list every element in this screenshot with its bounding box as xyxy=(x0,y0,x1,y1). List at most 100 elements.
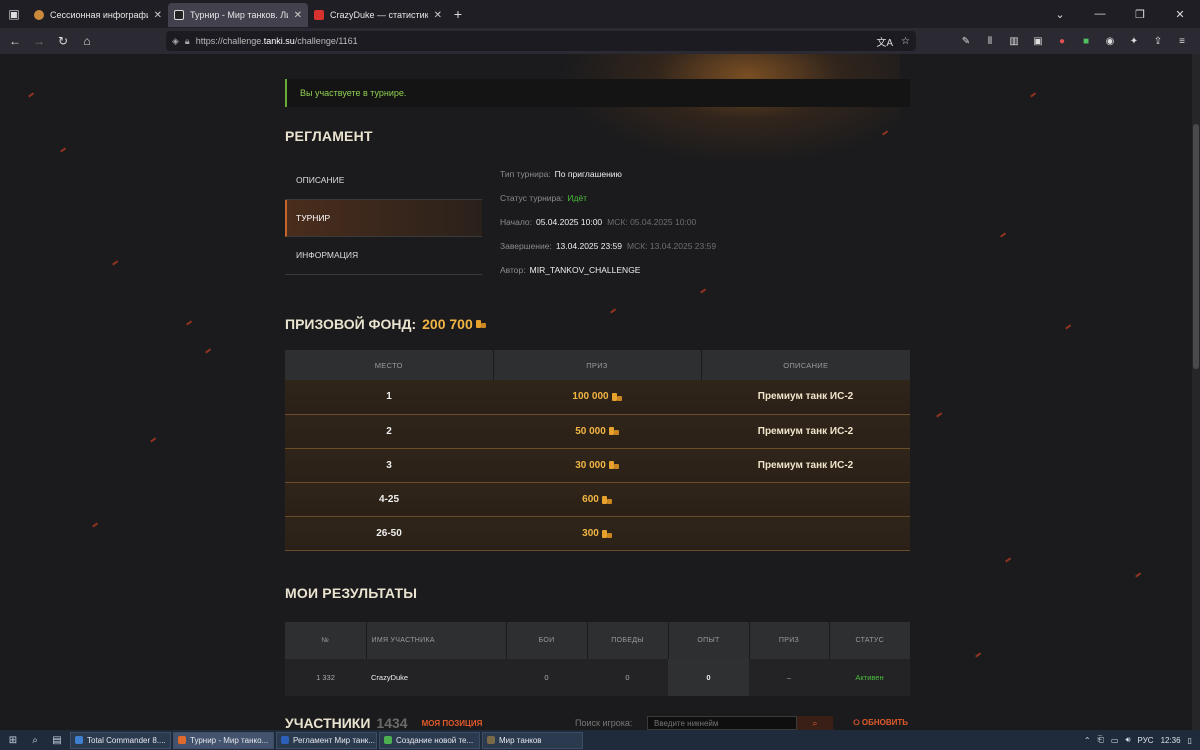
extensions-puzzle-icon[interactable]: ✦ xyxy=(1122,36,1146,47)
column-header-battles: БОИ xyxy=(506,622,588,659)
save-icon[interactable]: ▣ xyxy=(1026,36,1050,47)
tab-overflow-chevron-icon[interactable]: ⌄ xyxy=(1040,8,1080,21)
bookmark-star-icon[interactable]: ☆ xyxy=(901,36,910,47)
tab-close-icon[interactable]: ✕ xyxy=(294,10,302,21)
tab-infographic[interactable]: Сессионная инфографика ✕ xyxy=(28,3,168,27)
tray-chevron-icon[interactable]: ⌃ xyxy=(1084,736,1091,745)
tab-list-icon[interactable]: ▣ xyxy=(0,0,28,28)
ember-particle xyxy=(60,147,66,153)
player-search-input[interactable] xyxy=(647,716,797,730)
tab-favicon-icon xyxy=(34,10,44,20)
search-icon[interactable]: ⌕ xyxy=(24,735,46,746)
prize-cell: 300 xyxy=(493,516,701,552)
column-header-prize: ПРИЗ xyxy=(493,350,702,380)
notifications-icon[interactable]: ▯ xyxy=(1188,736,1192,745)
tab-close-icon[interactable]: ✕ xyxy=(434,10,442,21)
lock-icon[interactable]: 🔒︎ xyxy=(185,36,190,47)
ember-particle xyxy=(150,437,156,443)
game-icon xyxy=(487,736,495,744)
translate-icon[interactable]: 文A xyxy=(876,34,893,49)
sidebar-icon[interactable]: ▥ xyxy=(1002,36,1026,47)
ember-particle xyxy=(1000,232,1006,238)
browser-nav-bar: ← → ↻ ⌂ ◈ 🔒︎ https://challenge.tanki.su/… xyxy=(0,28,1200,54)
url-text: https://challenge.tanki.su/challenge/116… xyxy=(195,36,358,46)
page-scrollbar[interactable] xyxy=(1192,54,1200,730)
taskbar-app-total-commander[interactable]: Total Commander 8.... xyxy=(70,731,171,749)
account-icon[interactable]: ◉ xyxy=(1098,36,1122,47)
my-position-link[interactable]: МОЯ ПОЗИЦИЯ xyxy=(422,719,483,728)
status-cell: Активен xyxy=(829,659,910,696)
column-header-number: № xyxy=(285,622,367,659)
taskbar-app-mir-tankov[interactable]: Мир танков xyxy=(482,731,583,749)
tab-favicon-icon xyxy=(174,10,184,20)
back-arrow-icon[interactable]: ← xyxy=(3,34,27,48)
gold-icon xyxy=(475,320,486,328)
reglament-tab-tournament[interactable]: ТУРНИР xyxy=(285,199,482,237)
library-icon[interactable]: ⫴ xyxy=(978,36,1002,47)
windows-taskbar: ⊞ ⌕ ▤ Total Commander 8.... Турнир - Мир… xyxy=(0,730,1200,750)
ember-particle xyxy=(1135,572,1141,578)
description-cell xyxy=(701,516,910,552)
web-page: Вы участвуете в турнире. РЕГЛАМЕНТ ОПИСА… xyxy=(0,54,1200,730)
volume-icon[interactable]: 🔊︎ xyxy=(1125,735,1130,745)
windows-start-icon[interactable]: ⊞ xyxy=(2,735,24,746)
new-tab-plus-icon[interactable]: + xyxy=(448,6,468,22)
reglament-tab-information[interactable]: ИНФОРМАЦИЯ xyxy=(285,237,482,275)
clock[interactable]: 12:36 xyxy=(1161,736,1181,745)
table-row: 4-25 600 xyxy=(285,482,910,518)
browser-tab-bar: ▣ Сессионная инфографика ✕ Турнир - Мир … xyxy=(0,0,1200,28)
participants-count: 1434 xyxy=(376,715,408,730)
battles-cell: 0 xyxy=(506,659,587,696)
adblock-extension-icon[interactable]: ● xyxy=(1050,36,1074,47)
search-magnifier-icon[interactable]: ⌕ xyxy=(797,716,833,730)
column-header-exp: ОПЫТ xyxy=(668,622,750,659)
address-bar[interactable]: ◈ 🔒︎ https://challenge.tanki.su/challeng… xyxy=(166,31,916,51)
scrollbar-thumb[interactable] xyxy=(1193,124,1199,369)
forward-arrow-icon[interactable]: → xyxy=(27,34,51,48)
prize-cell: – xyxy=(749,659,829,696)
refresh-button[interactable]: ⭘ ОБНОВИТЬ xyxy=(853,718,908,728)
info-value: 13.04.2025 23:59 xyxy=(555,241,623,251)
task-view-icon[interactable]: ▤ xyxy=(46,735,68,746)
place-cell: 2 xyxy=(285,414,493,449)
restore-icon[interactable]: ❐ xyxy=(1120,8,1160,21)
taskbar-app-firefox[interactable]: Турнир - Мир танко... xyxy=(173,731,274,749)
home-icon[interactable]: ⌂ xyxy=(75,34,99,48)
screenshot-icon[interactable]: ✎ xyxy=(954,36,978,47)
taskbar-app-chrome[interactable]: Создание новой те... xyxy=(379,731,480,749)
network-icon[interactable]: ▭ xyxy=(1111,736,1119,745)
status-value: Идёт xyxy=(567,193,588,203)
shield-icon[interactable]: ◈ xyxy=(172,36,179,47)
reglament-title: РЕГЛАМЕНТ xyxy=(285,128,373,144)
prize-fund-amount: 200 700 xyxy=(422,316,473,332)
ember-particle xyxy=(1005,557,1011,563)
ember-particle xyxy=(186,320,192,326)
language-indicator[interactable]: РУС xyxy=(1138,736,1154,745)
reload-icon[interactable]: ↻ xyxy=(51,34,75,48)
minimize-icon[interactable]: — xyxy=(1080,8,1120,20)
table-row: 2 50 000 Премиум танк ИС-2 xyxy=(285,414,910,449)
taskbar-app-word[interactable]: Регламент Мир танк... xyxy=(276,731,377,749)
word-icon xyxy=(281,736,289,744)
info-msk-value: МСК: 13.04.2025 23:59 xyxy=(627,241,717,251)
info-label: Автор: xyxy=(500,265,526,275)
column-header-name: ИМЯ УЧАСТНИКА xyxy=(366,622,507,659)
tab-tournament[interactable]: Турнир - Мир танков. Личный ✕ xyxy=(168,3,308,27)
place-cell: 3 xyxy=(285,448,493,484)
usb-icon[interactable]: ⎗ xyxy=(1098,735,1104,745)
tab-crazyduke-stats[interactable]: CrazyDuke — статистика игрок ✕ xyxy=(308,3,448,27)
participation-notice: Вы участвуете в турнире. xyxy=(285,79,910,107)
info-row-type: Тип турнира: По приглашению xyxy=(500,162,716,186)
rank-cell: 1 332 xyxy=(285,659,366,696)
green-extension-icon[interactable]: ■ xyxy=(1074,36,1098,47)
share-icon[interactable]: ⇪ xyxy=(1146,36,1170,47)
close-window-icon[interactable]: ✕ xyxy=(1160,8,1200,21)
gold-icon xyxy=(608,427,619,436)
participants-title: УЧАСТНИКИ xyxy=(285,715,371,730)
player-name-cell[interactable]: CrazyDuke xyxy=(366,659,506,696)
menu-hamburger-icon[interactable]: ≡ xyxy=(1170,36,1194,47)
tab-close-icon[interactable]: ✕ xyxy=(154,10,162,21)
reglament-tab-description[interactable]: ОПИСАНИЕ xyxy=(285,162,482,200)
tab-title: Сессионная инфографика xyxy=(50,10,148,20)
ember-particle xyxy=(92,522,98,528)
